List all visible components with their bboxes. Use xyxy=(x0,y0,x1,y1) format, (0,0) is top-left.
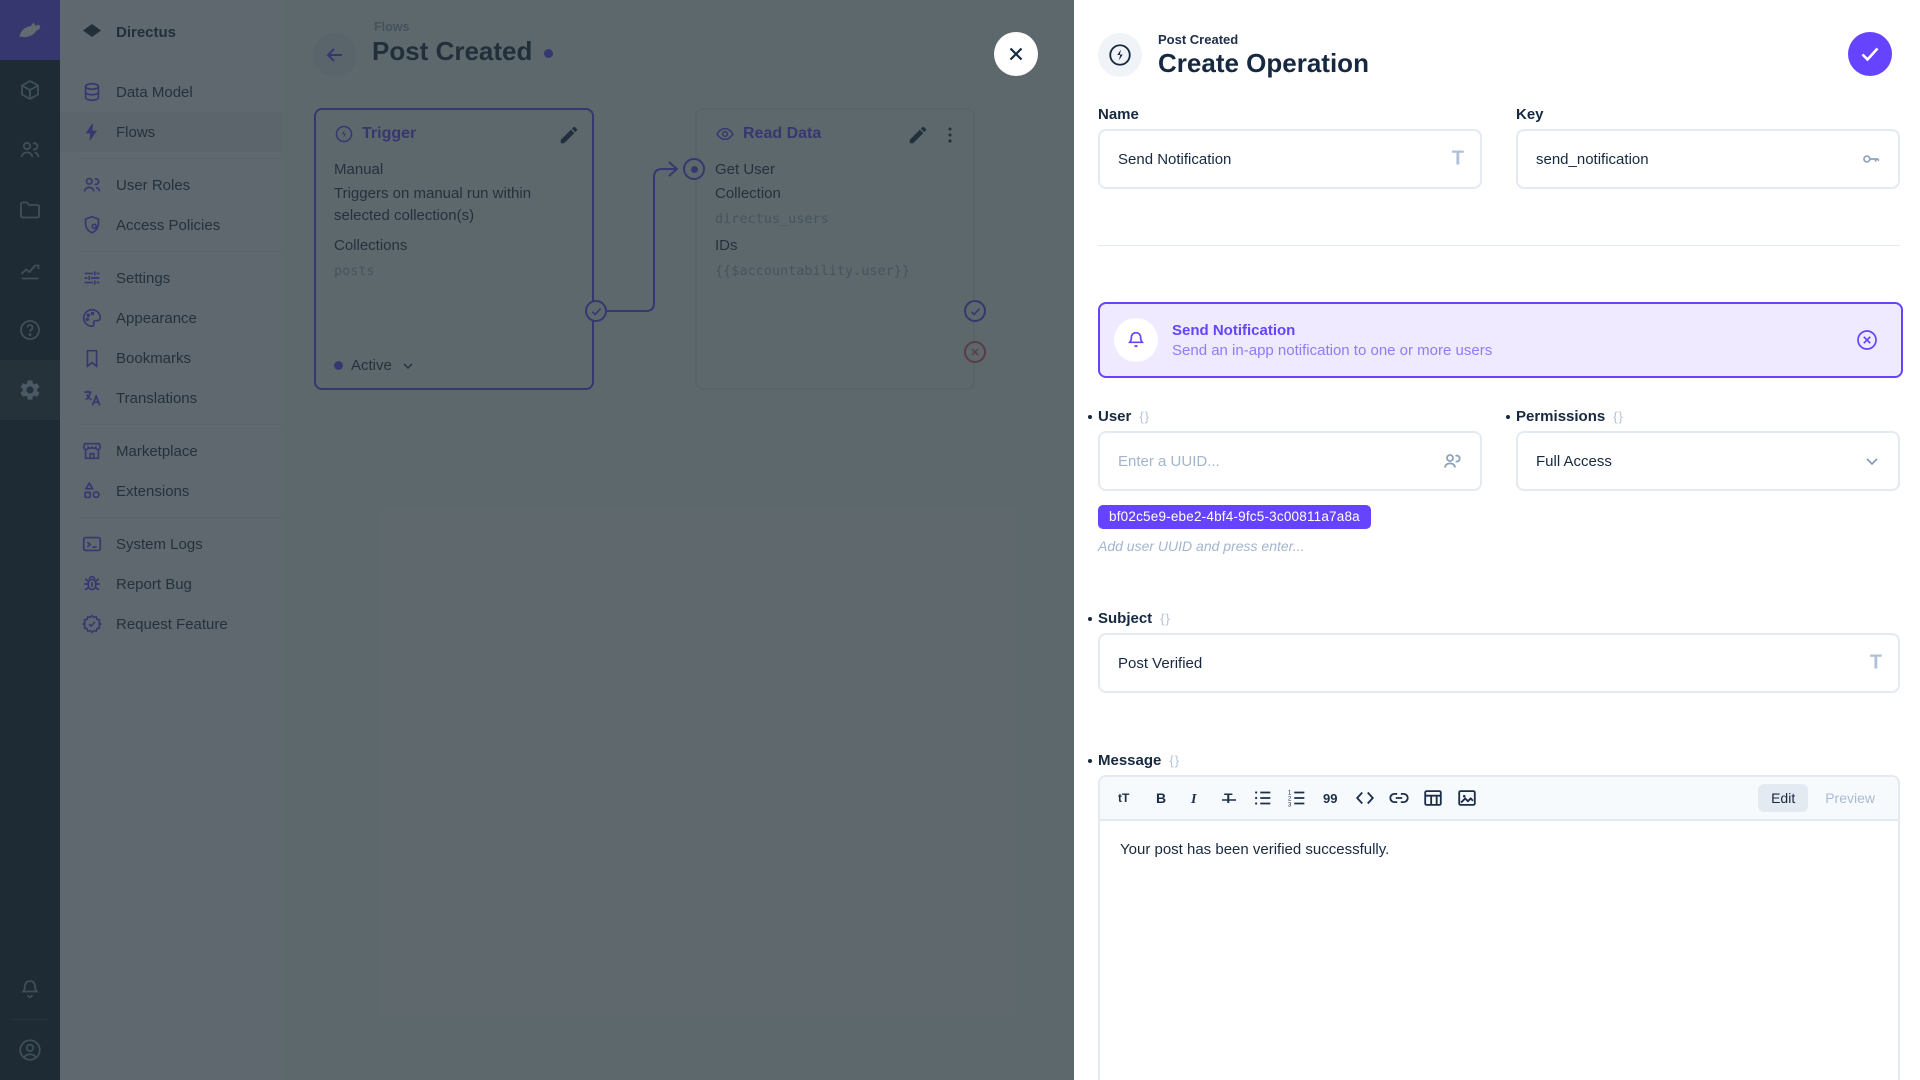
deselect-operation-button[interactable] xyxy=(1855,328,1879,352)
create-operation-drawer: Post Created Create Operation Name T Key xyxy=(1074,0,1920,1080)
svg-text:99: 99 xyxy=(1323,791,1337,806)
text-format-icon: T xyxy=(1870,652,1882,675)
notification-operation-icon xyxy=(1114,318,1158,362)
user-permissions-row: User {} bf02c5e9-ebe2-4bf4-9fc5-3c00811a… xyxy=(1098,408,1900,554)
table-icon[interactable] xyxy=(1418,783,1448,813)
operation-type-description: Send an in-app notification to one or mo… xyxy=(1172,342,1855,359)
markdown-editor: tT B I T 123 99 Edit Preview Your post h… xyxy=(1098,775,1900,1080)
edit-mode-button[interactable]: Edit xyxy=(1758,784,1808,812)
key-label: Key xyxy=(1516,106,1900,123)
drawer-header: Post Created Create Operation xyxy=(1098,30,1900,80)
key-input-wrap xyxy=(1516,129,1900,189)
name-key-row: Name T Key xyxy=(1098,106,1900,189)
operation-type-title: Send Notification xyxy=(1172,322,1855,339)
section-divider xyxy=(1098,245,1900,246)
blockquote-icon[interactable]: 99 xyxy=(1316,783,1346,813)
italic-icon[interactable]: I xyxy=(1180,783,1210,813)
key-input[interactable] xyxy=(1536,151,1846,168)
name-label: Name xyxy=(1098,106,1482,123)
name-input-wrap: T xyxy=(1098,129,1482,189)
drawer-titles: Post Created Create Operation xyxy=(1158,32,1369,79)
svg-text:T: T xyxy=(1224,790,1233,806)
raw-value-icon[interactable]: {} xyxy=(1169,753,1180,768)
drawer-title: Create Operation xyxy=(1158,48,1369,79)
preview-mode-button[interactable]: Preview xyxy=(1812,784,1888,812)
user-helper-text: Add user UUID and press enter... xyxy=(1098,538,1482,554)
ordered-list-icon[interactable]: 123 xyxy=(1282,783,1312,813)
screen: Directus Data Model Flows User Roles Acc… xyxy=(0,0,1920,1080)
permissions-field-group: Permissions {} Full Access xyxy=(1516,408,1900,554)
drawer-overlay[interactable] xyxy=(0,0,1074,1080)
editor-toolbar: tT B I T 123 99 Edit Preview xyxy=(1100,777,1898,821)
raw-value-icon[interactable]: {} xyxy=(1160,611,1171,626)
operation-type-banner[interactable]: Send Notification Send an in-app notific… xyxy=(1098,302,1903,378)
svg-text:I: I xyxy=(1190,792,1197,807)
user-uuid-input[interactable] xyxy=(1118,453,1428,470)
subject-label: Subject {} xyxy=(1098,610,1900,627)
svg-text:tT: tT xyxy=(1118,791,1130,805)
circle-x-icon xyxy=(1855,328,1879,352)
message-field-group: Message {} tT B I T 123 99 Edit xyxy=(1098,752,1900,1080)
link-icon[interactable] xyxy=(1384,783,1414,813)
name-input[interactable] xyxy=(1118,151,1428,168)
drawer-header-icon xyxy=(1098,33,1142,77)
name-field-group: Name T xyxy=(1098,106,1482,189)
check-icon xyxy=(1858,42,1882,66)
bullet-list-icon[interactable] xyxy=(1248,783,1278,813)
bold-icon[interactable]: B xyxy=(1146,783,1176,813)
raw-value-icon[interactable]: {} xyxy=(1139,409,1150,424)
key-icon xyxy=(1860,148,1882,170)
close-drawer-button[interactable] xyxy=(994,32,1038,76)
subject-input[interactable] xyxy=(1118,655,1846,672)
code-icon[interactable] xyxy=(1350,783,1380,813)
save-button[interactable] xyxy=(1848,32,1892,76)
close-icon xyxy=(1005,43,1027,65)
svg-text:3: 3 xyxy=(1288,801,1292,808)
text-format-icon: T xyxy=(1452,148,1464,171)
user-field-group: User {} bf02c5e9-ebe2-4bf4-9fc5-3c00811a… xyxy=(1098,408,1482,554)
subject-field-group: Subject {} T xyxy=(1098,610,1900,693)
message-label: Message {} xyxy=(1098,752,1900,769)
bell-icon xyxy=(1125,329,1147,351)
key-field-group: Key xyxy=(1516,106,1900,189)
people-icon[interactable] xyxy=(1440,449,1464,473)
user-uuid-chip[interactable]: bf02c5e9-ebe2-4bf4-9fc5-3c00811a7a8a xyxy=(1098,505,1371,529)
strikethrough-icon[interactable]: T xyxy=(1214,783,1244,813)
svg-text:B: B xyxy=(1156,790,1166,806)
raw-value-icon[interactable]: {} xyxy=(1613,409,1624,424)
message-textarea[interactable]: Your post has been verified successfully… xyxy=(1100,821,1898,878)
permissions-select[interactable]: Full Access xyxy=(1516,431,1900,491)
user-input-wrap xyxy=(1098,431,1482,491)
operation-type-text: Send Notification Send an in-app notific… xyxy=(1172,322,1855,359)
permissions-label: Permissions {} xyxy=(1516,408,1900,425)
user-chips: bf02c5e9-ebe2-4bf4-9fc5-3c00811a7a8a xyxy=(1098,505,1482,529)
heading-icon[interactable]: tT xyxy=(1112,783,1142,813)
user-label: User {} xyxy=(1098,408,1482,425)
subject-input-wrap: T xyxy=(1098,633,1900,693)
chevron-down-icon xyxy=(1862,451,1882,471)
image-icon[interactable] xyxy=(1452,783,1482,813)
drawer-breadcrumb: Post Created xyxy=(1158,32,1369,47)
bolt-circle-icon xyxy=(1107,42,1133,68)
